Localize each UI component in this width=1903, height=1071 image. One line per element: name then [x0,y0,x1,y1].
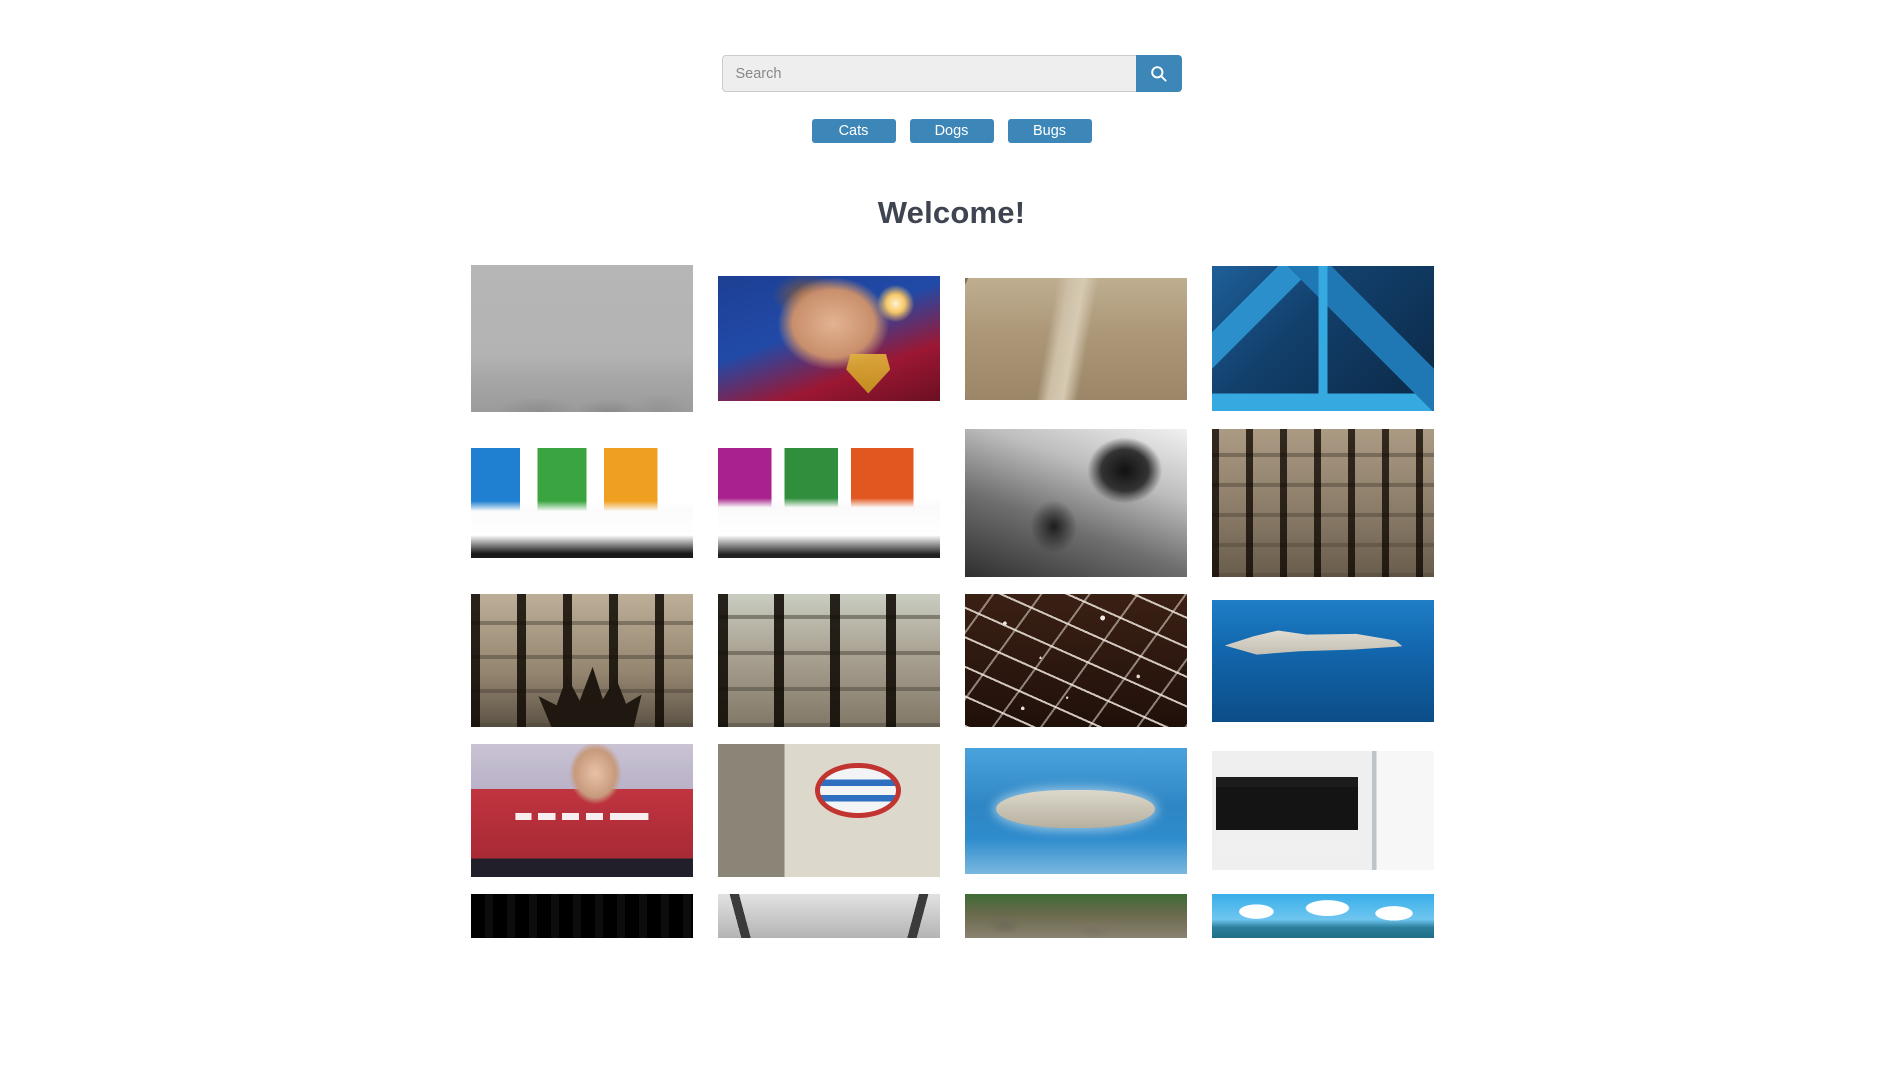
gallery-cell[interactable] [717,894,940,938]
gallery-image-sepia-interior-windows[interactable] [1211,429,1434,577]
gallery-cell[interactable] [964,265,1187,412]
gallery-cell[interactable] [717,744,940,877]
gallery-cell[interactable] [470,594,693,727]
gallery-cell[interactable] [1211,894,1434,938]
category-button-dogs[interactable]: Dogs [909,119,994,143]
gallery-image-blue-corporate-brochure[interactable] [1211,266,1434,411]
gallery-image-mossy-rocks-partial[interactable] [964,894,1187,938]
gallery-image-arid-canyon-aerial[interactable] [964,277,1187,400]
gallery-cell[interactable] [964,594,1187,727]
category-button-bugs[interactable]: Bugs [1007,119,1092,143]
gallery-image-grey-arches-partial[interactable] [717,894,940,938]
page-root: Cats Dogs Bugs Welcome! [0,0,1903,1071]
gallery-image-trifold-flyers-purple-green-orange[interactable] [717,448,940,558]
gallery-image-trifold-flyers-blue-green-orange[interactable] [470,448,693,558]
category-button-cats[interactable]: Cats [811,119,896,143]
gallery-cell[interactable] [964,894,1187,938]
gallery-image-dark-forest-partial[interactable] [470,894,693,938]
search-input[interactable] [721,55,1136,92]
gallery-cell[interactable] [1211,594,1434,727]
gallery-image-navy-jet-over-sea[interactable] [1211,599,1434,722]
gallery-image-dark-splatter-macro[interactable] [964,594,1187,727]
gallery-image-javascript-lecture-screen[interactable] [1211,751,1434,870]
page-title: Welcome! [877,195,1026,230]
gallery-cell[interactable] [1211,744,1434,877]
gallery-image-boycott-israel-wall-graffiti[interactable] [717,744,940,877]
search-row [471,55,1433,92]
gallery-image-black-and-white-boxer[interactable] [964,429,1187,577]
gallery-cell[interactable] [470,894,693,938]
gallery-cell[interactable] [1211,429,1434,577]
gallery-image-sepia-window-palm-silhouette[interactable] [470,594,693,727]
gallery-cell[interactable] [964,429,1187,577]
gallery-image-sepia-window-grid[interactable] [717,594,940,727]
search-button[interactable] [1135,55,1182,92]
gallery-cell[interactable] [470,429,693,577]
gallery-image-blue-sky-clouds-partial[interactable] [1211,894,1434,938]
gallery-cell[interactable] [1211,265,1434,412]
gallery-image-supergirl-portrait[interactable] [717,276,940,401]
gallery-image-aerial-island-ocean[interactable] [964,747,1187,874]
category-button-row: Cats Dogs Bugs [471,119,1433,143]
gallery-cell[interactable] [717,594,940,727]
search-group [721,55,1182,92]
gallery-cell[interactable] [964,744,1187,877]
gallery-image-strong-woman-render[interactable] [470,744,693,877]
image-gallery [470,265,1434,938]
gallery-cell[interactable] [717,429,940,577]
content-container: Cats Dogs Bugs Welcome! [470,0,1434,938]
gallery-cell[interactable] [470,265,693,412]
gallery-cell[interactable] [717,265,940,412]
search-icon [1149,64,1168,83]
gallery-cell[interactable] [470,744,693,877]
gallery-image-foggy-grey-landscape[interactable] [470,265,693,412]
